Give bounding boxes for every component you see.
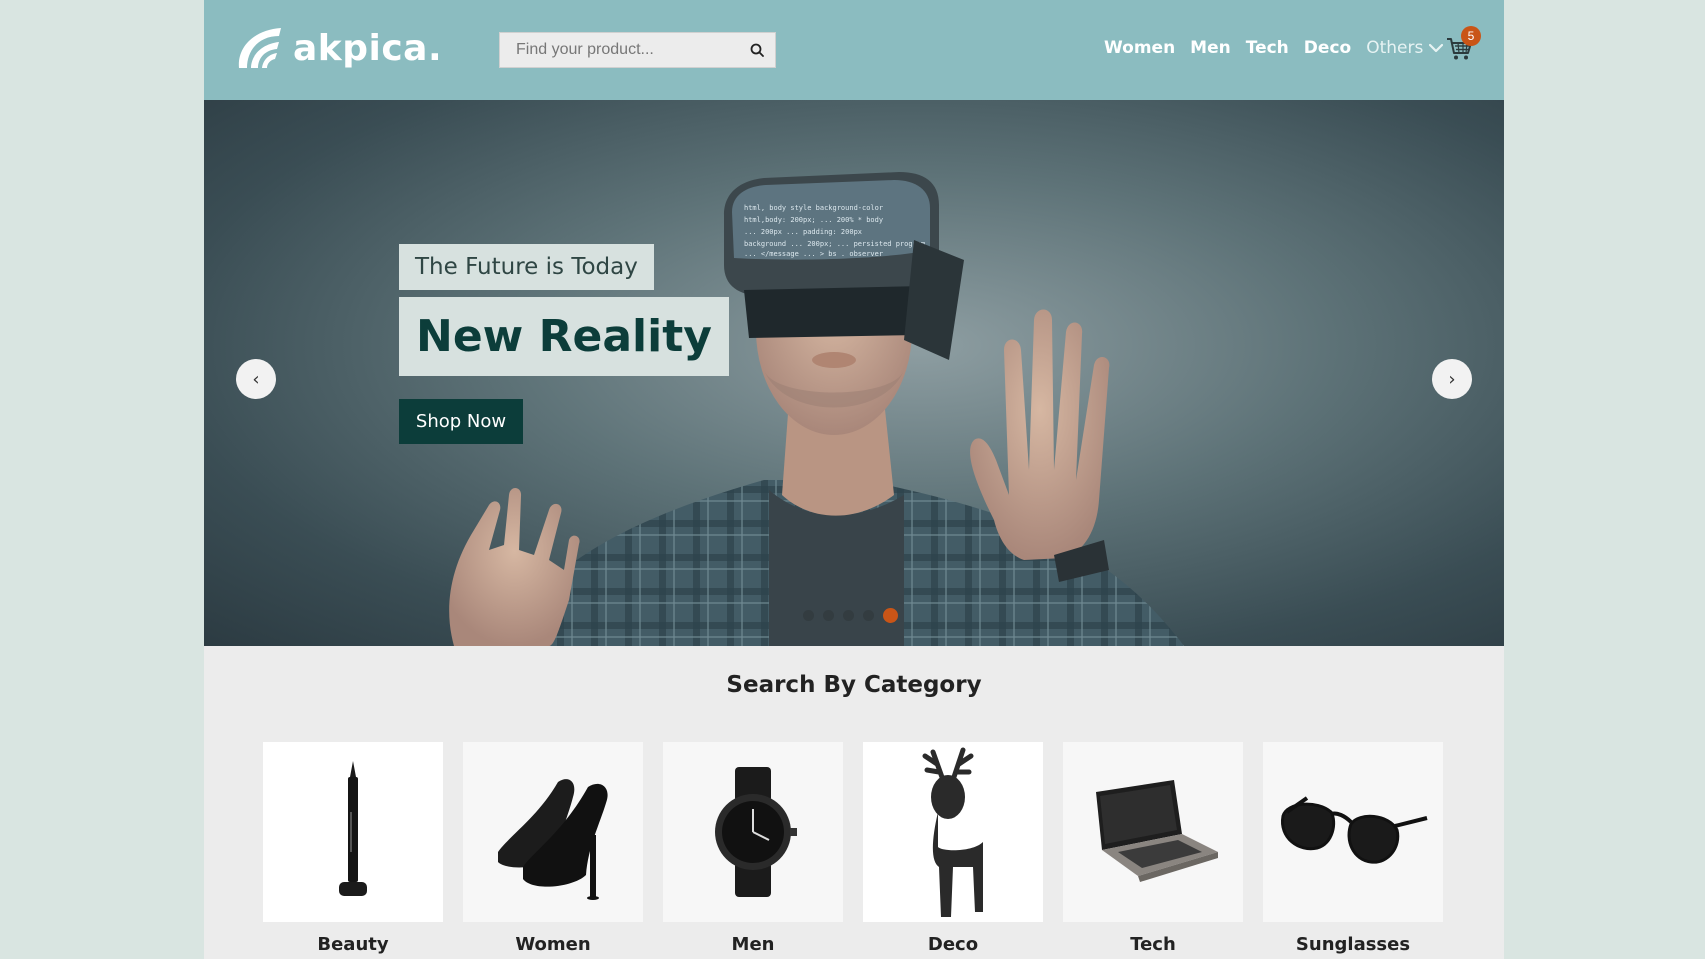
- category-card-beauty[interactable]: Beauty: [263, 742, 443, 955]
- main-nav: Women Men Tech Deco Others: [1104, 38, 1444, 58]
- category-image: [1263, 742, 1443, 922]
- logo[interactable]: akpica.: [235, 24, 442, 72]
- category-label: Men: [731, 934, 775, 955]
- eyeliner-pen-icon: [339, 761, 367, 896]
- search-bar: [499, 32, 776, 68]
- category-image: [863, 742, 1043, 922]
- category-card-women[interactable]: Women: [463, 742, 643, 955]
- hero-carousel: html, body style background-color html,b…: [204, 100, 1504, 646]
- sunglasses-icon: [1281, 796, 1428, 864]
- hero-tagline: The Future is Today: [399, 244, 654, 290]
- category-label: Women: [515, 934, 591, 955]
- nav-item-others[interactable]: Others: [1366, 38, 1444, 58]
- site-header: akpica. Women Men Tech Deco Others: [204, 0, 1504, 100]
- nav-item-tech[interactable]: Tech: [1246, 38, 1289, 58]
- chevron-down-icon: [1429, 43, 1444, 53]
- nav-item-men[interactable]: Men: [1190, 38, 1231, 58]
- nav-item-women[interactable]: Women: [1104, 38, 1175, 58]
- deer-figurine-icon: [922, 747, 983, 917]
- category-image: [663, 742, 843, 922]
- cart-count-badge: 5: [1461, 26, 1481, 46]
- category-label: Beauty: [317, 934, 389, 955]
- search-input[interactable]: [500, 33, 739, 67]
- category-label: Tech: [1130, 934, 1176, 955]
- high-heel-shoes-icon: [498, 779, 608, 900]
- nav-others-label: Others: [1366, 38, 1424, 58]
- carousel-dot[interactable]: [843, 610, 854, 621]
- brand-name: akpica.: [293, 27, 443, 69]
- search-icon: [750, 43, 764, 57]
- category-image: [463, 742, 643, 922]
- carousel-indicators: [803, 608, 898, 623]
- category-section-title: Search By Category: [726, 672, 982, 698]
- wrist-watch-icon: [715, 767, 797, 897]
- headset-screen-code: html,body: 200px; ... 200% * body: [744, 216, 883, 224]
- category-card-deco[interactable]: Deco: [863, 742, 1043, 955]
- category-image: [263, 742, 443, 922]
- laptop-icon: [1096, 780, 1218, 882]
- headset-screen-code: html, body style background-color: [744, 204, 883, 212]
- headset-screen-code: ... </message ... > bs . observer: [744, 250, 883, 258]
- cart-button[interactable]: 5: [1445, 26, 1481, 66]
- headset-screen-code: ... 200px ... padding: 200px: [744, 228, 862, 236]
- chevron-right-icon: ›: [1448, 368, 1456, 390]
- carousel-next-button[interactable]: ›: [1432, 359, 1472, 399]
- category-label: Deco: [927, 934, 979, 955]
- headset-screen-code: background ... 200px; ... persisted prog…: [744, 240, 925, 248]
- category-card-men[interactable]: Men: [663, 742, 843, 955]
- carousel-dot[interactable]: [863, 610, 874, 621]
- category-card-tech[interactable]: Tech: [1063, 742, 1243, 955]
- hero-title: New Reality: [399, 297, 729, 376]
- carousel-prev-button[interactable]: ‹: [236, 359, 276, 399]
- carousel-dot-active[interactable]: [883, 608, 898, 623]
- search-button[interactable]: [739, 33, 775, 67]
- page: akpica. Women Men Tech Deco Others: [204, 0, 1504, 959]
- category-label: Sunglasses: [1295, 934, 1411, 955]
- carousel-dot[interactable]: [823, 610, 834, 621]
- shop-now-button[interactable]: Shop Now: [399, 399, 523, 444]
- category-image: [1063, 742, 1243, 922]
- carousel-dot[interactable]: [803, 610, 814, 621]
- logo-swoosh-icon: [238, 28, 281, 68]
- chevron-left-icon: ‹: [252, 368, 260, 390]
- nav-item-deco[interactable]: Deco: [1304, 38, 1351, 58]
- category-list: Beauty Women Men Deco Tech Sunglasses: [263, 742, 1443, 955]
- category-card-sunglasses[interactable]: Sunglasses: [1263, 742, 1443, 955]
